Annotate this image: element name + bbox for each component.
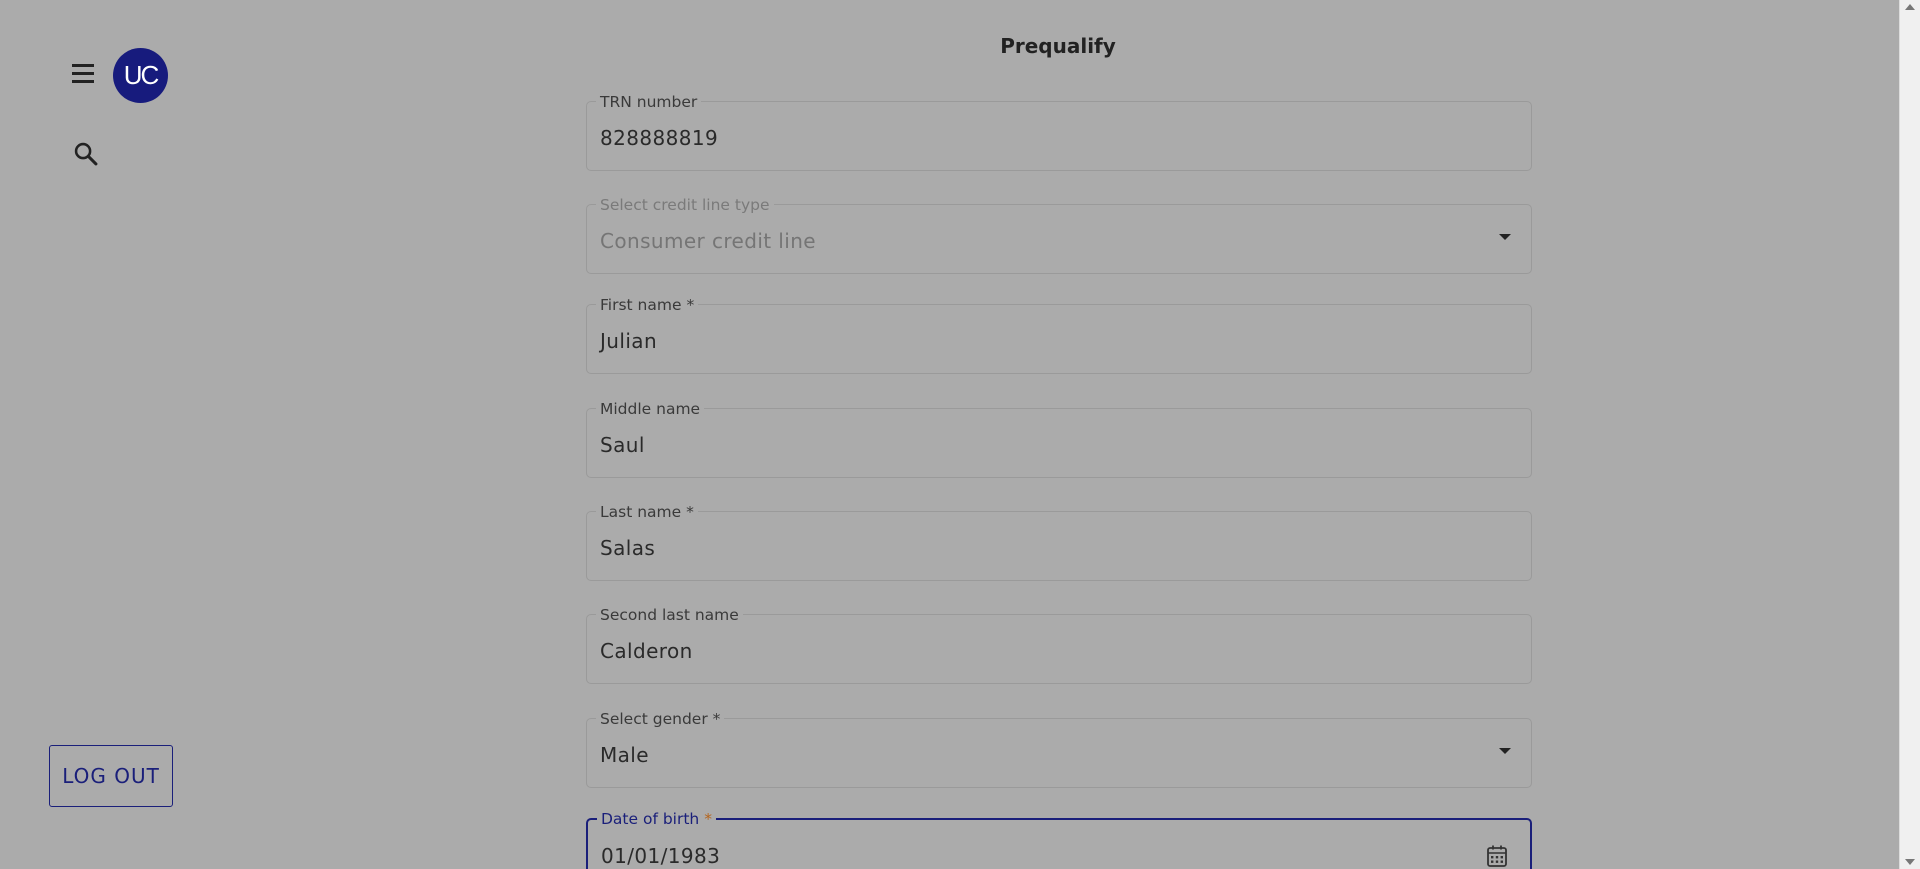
field-value: 828888819 [600, 126, 719, 150]
calendar-icon[interactable] [1486, 844, 1508, 868]
field-label: Select credit line type [596, 197, 774, 213]
field-label: First name * [596, 297, 699, 313]
credit-line-type-select[interactable]: Select credit line type Consumer credit … [586, 197, 1532, 274]
gender-select[interactable]: Select gender * Male [586, 711, 1532, 788]
field-value: Saul [600, 433, 645, 457]
chevron-down-icon [1499, 234, 1511, 240]
field-label: TRN number [596, 94, 702, 110]
trn-number-field[interactable]: TRN number 828888819 [586, 94, 1532, 171]
field-value: Consumer credit line [600, 229, 816, 253]
first-name-field[interactable]: First name * Julian [586, 297, 1532, 374]
field-value: Julian [600, 329, 658, 353]
vertical-scrollbar[interactable] [1899, 0, 1920, 869]
field-label: Middle name [596, 401, 705, 417]
last-name-field[interactable]: Last name * Salas [586, 504, 1532, 581]
field-label: Date of birth * [597, 811, 716, 827]
search-icon[interactable] [72, 140, 100, 168]
field-label: Second last name [596, 607, 743, 623]
scroll-up-icon[interactable] [1905, 4, 1915, 10]
second-last-name-field[interactable]: Second last name Calderon [586, 607, 1532, 684]
page-title: Prequalify [1000, 34, 1116, 58]
middle-name-field[interactable]: Middle name Saul [586, 401, 1532, 478]
chevron-down-icon [1499, 748, 1511, 754]
logout-button[interactable]: LOG OUT [49, 745, 173, 807]
menu-icon[interactable] [66, 62, 100, 86]
field-label: Select gender * [596, 711, 725, 727]
field-value: Salas [600, 536, 656, 560]
field-value: Calderon [600, 639, 693, 663]
scroll-down-icon[interactable] [1905, 859, 1915, 865]
date-of-birth-field[interactable]: Date of birth * 01/01/1983 [586, 811, 1532, 869]
field-value: Male [600, 743, 649, 767]
field-value: 01/01/1983 [601, 844, 721, 868]
field-label: Last name * [596, 504, 698, 520]
